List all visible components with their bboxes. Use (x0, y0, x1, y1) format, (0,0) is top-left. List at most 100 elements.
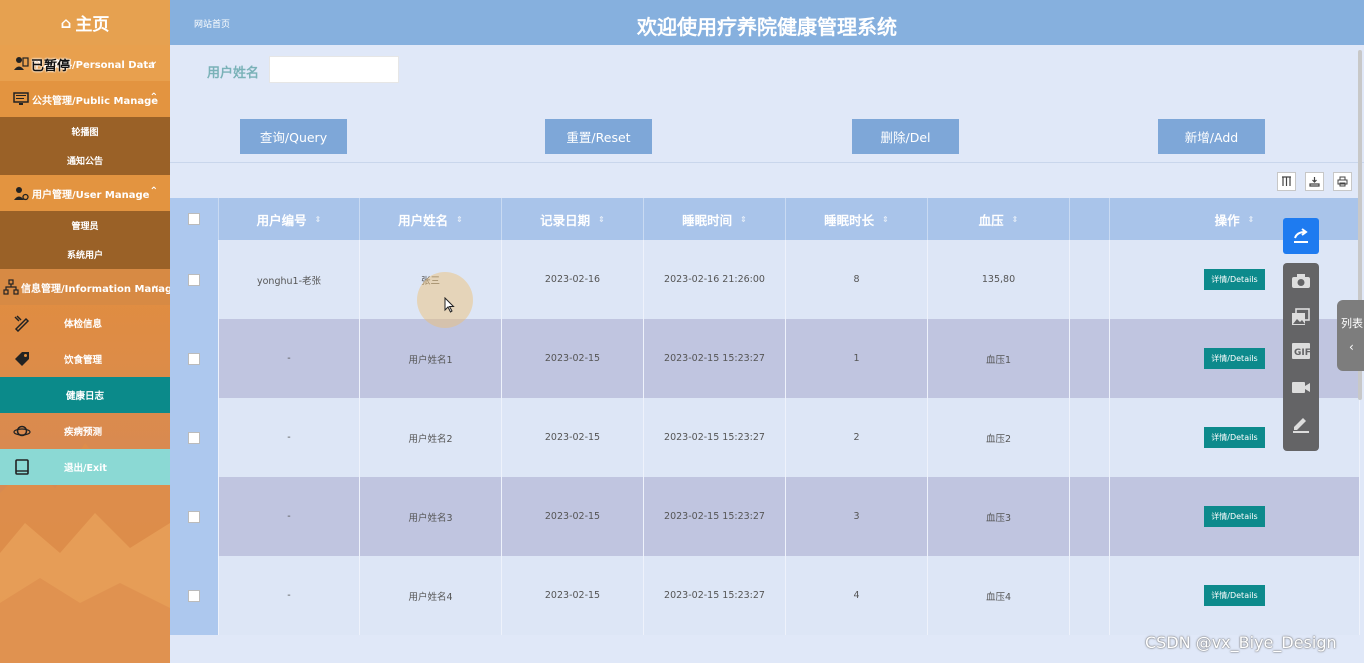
cell-record-date: 2023-02-15 (502, 319, 644, 398)
cell-blank (1070, 240, 1110, 319)
cell-record-date: 2023-02-15 (502, 477, 644, 556)
watermark: CSDN @vx_Biye_Design (1145, 633, 1337, 652)
share-button[interactable] (1283, 218, 1319, 254)
book-icon (12, 457, 32, 477)
sidebar-item-physical-exam-label: 体检信息 (64, 319, 103, 330)
menu-personal-data[interactable]: 个人资料/Personal Data ⌄ (0, 45, 170, 81)
search-input[interactable] (269, 56, 399, 83)
menu-information-manage[interactable]: 信息管理/Information Manage ⌄ (0, 269, 170, 305)
column-header-label: 用户编号 (256, 212, 307, 228)
capture-toolbar: GIF (1283, 263, 1319, 451)
cell-actions: 详情/Details (1110, 398, 1360, 477)
submenu-item-system-user[interactable]: 系统用户 (0, 240, 170, 269)
table-row: - 用户姓名1 2023-02-15 2023-02-15 15:23:27 1… (170, 319, 1360, 398)
cell-record-date: 2023-02-15 (502, 398, 644, 477)
column-header-user-name[interactable]: 用户姓名 ⇕ (360, 198, 502, 240)
cell-user-id: - (219, 556, 360, 635)
sidebar-home[interactable]: ⌂ 主页 (0, 0, 170, 45)
cell-blood-pressure: 135,80 (928, 240, 1070, 319)
column-header-record-date[interactable]: 记录日期 ⇕ (502, 198, 644, 240)
sidebar-item-diet[interactable]: 饮食管理 (0, 341, 170, 377)
columns-icon[interactable] (1277, 172, 1296, 191)
menu-information-manage-label: 信息管理/Information Manage (21, 283, 170, 295)
cell-user-id: - (219, 398, 360, 477)
reset-button[interactable]: 重置/Reset (545, 119, 652, 154)
cell-user-name: 用户姓名2 (360, 398, 502, 477)
column-header-actions[interactable]: 操作 ⇕ (1110, 198, 1360, 240)
list-side-tab-label: 列表 (1341, 317, 1363, 330)
submenu-user-manage: 管理员 系统用户 (0, 211, 170, 269)
row-checkbox[interactable] (188, 589, 200, 602)
page-title: 欢迎使用疗养院健康管理系统 (637, 15, 897, 39)
details-button[interactable]: 详情/Details (1204, 269, 1265, 290)
column-header-label: 血压 (978, 212, 1004, 228)
cell-sleep-hours: 8 (786, 240, 928, 319)
sidebar-item-diet-label: 饮食管理 (64, 355, 103, 366)
pen-icon[interactable] (1283, 409, 1319, 439)
column-header-label: 操作 (1214, 212, 1240, 228)
cell-user-id: - (219, 477, 360, 556)
list-side-tab[interactable]: 列表 ‹ (1337, 300, 1364, 371)
video-record-icon[interactable] (1283, 372, 1319, 402)
cell-actions: 详情/Details (1110, 240, 1360, 319)
column-header-user-id[interactable]: 用户编号 ⇕ (219, 198, 360, 240)
row-checkbox[interactable] (188, 273, 200, 286)
column-header-blood-pressure[interactable]: 血压 ⇕ (928, 198, 1070, 240)
export-icon[interactable] (1305, 172, 1324, 191)
sort-icon: ⇕ (1011, 214, 1019, 224)
pencil-ruler-icon (12, 313, 32, 333)
print-icon[interactable] (1333, 172, 1352, 191)
column-header-sleep-hours[interactable]: 睡眠时长 ⇕ (786, 198, 928, 240)
details-button[interactable]: 详情/Details (1204, 506, 1265, 527)
cell-user-name: 用户姓名1 (360, 319, 502, 398)
submenu-item-admin[interactable]: 管理员 (0, 211, 170, 240)
cell-sleep-hours: 2 (786, 398, 928, 477)
submenu-item-carousel[interactable]: 轮播图 (0, 117, 170, 146)
column-header-blank (1070, 198, 1110, 240)
camera-icon[interactable] (1283, 266, 1319, 296)
column-header-label: 用户姓名 (398, 212, 449, 228)
sidebar-item-exit-label: 退出/Exit (64, 463, 107, 474)
sitemap-icon (3, 278, 19, 296)
cell-user-id: yonghu1-老张 (219, 240, 360, 319)
sidebar-item-disease-prediction[interactable]: 疾病预测 (0, 413, 170, 449)
cell-user-name: 用户姓名3 (360, 477, 502, 556)
menu-public-manage[interactable]: 公共管理/Public Manage ⌃ (0, 81, 170, 117)
row-checkbox[interactable] (188, 352, 200, 365)
row-checkbox[interactable] (188, 510, 200, 523)
cell-blank (1070, 319, 1110, 398)
table-row: - 用户姓名2 2023-02-15 2023-02-15 15:23:27 2… (170, 398, 1360, 477)
query-button[interactable]: 查询/Query (240, 119, 347, 154)
gif-icon[interactable]: GIF (1283, 336, 1319, 366)
divider (170, 162, 1364, 163)
scroll-screenshot-icon[interactable] (1283, 302, 1319, 332)
delete-button[interactable]: 删除/Del (852, 119, 959, 154)
planet-icon (12, 421, 32, 441)
details-button[interactable]: 详情/Details (1204, 348, 1265, 369)
details-button[interactable]: 详情/Details (1204, 427, 1265, 448)
row-checkbox[interactable] (188, 431, 200, 444)
cell-user-id: - (219, 319, 360, 398)
sidebar-item-exit[interactable]: 退出/Exit (0, 449, 170, 485)
cell-sleep-time: 2023-02-15 15:23:27 (644, 477, 786, 556)
submenu-item-notice[interactable]: 通知公告 (0, 146, 170, 175)
select-all-checkbox[interactable] (188, 213, 200, 225)
chevron-down-icon: ⌄ (151, 280, 160, 291)
cell-blood-pressure: 血压1 (928, 319, 1070, 398)
sidebar-item-health-log[interactable]: 健康日志 (0, 377, 170, 413)
search-label: 用户姓名 (207, 66, 260, 81)
column-header-label: 睡眠时间 (682, 212, 733, 228)
row-check-cell (170, 556, 219, 635)
add-button[interactable]: 新增/Add (1158, 119, 1265, 154)
cell-actions: 详情/Details (1110, 477, 1360, 556)
column-header-sleep-time[interactable]: 睡眠时间 ⇕ (644, 198, 786, 240)
sidebar-home-label: 主页 (75, 15, 110, 35)
cell-blank (1070, 398, 1110, 477)
cell-sleep-time: 2023-02-15 15:23:27 (644, 556, 786, 635)
menu-user-manage[interactable]: 用户管理/User Manage ⌃ (0, 175, 170, 211)
details-button[interactable]: 详情/Details (1204, 585, 1265, 606)
cell-record-date: 2023-02-15 (502, 556, 644, 635)
cell-record-date: 2023-02-16 (502, 240, 644, 319)
monitor-icon (12, 90, 30, 108)
sidebar-item-physical-exam[interactable]: 体检信息 (0, 305, 170, 341)
